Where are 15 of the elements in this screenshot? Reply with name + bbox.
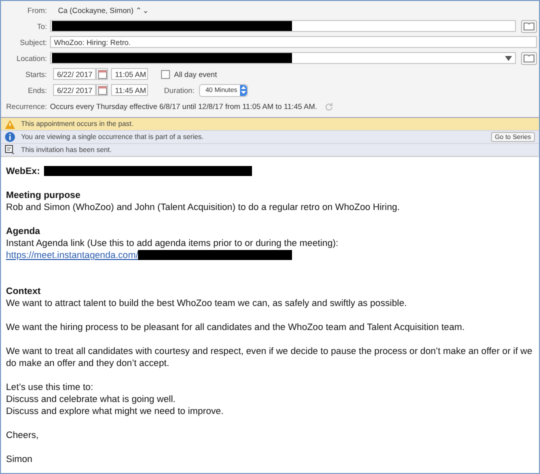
agenda-link[interactable]: https://meet.instantagenda.com/ <box>6 249 138 261</box>
webex-label: WebEx: <box>6 165 40 177</box>
section-heading: Agenda <box>6 225 42 237</box>
body-text: Simon <box>6 453 34 465</box>
section-heading: Context <box>6 285 42 297</box>
body-text: We want the hiring process to be pleasant for all candidates and the WhoZoo team and Talent Acquisition team. <box>6 321 466 333</box>
body-text: Discuss and celebrate what is going well. <box>6 393 176 405</box>
body-text: Cheers, <box>6 429 40 441</box>
body-text: We want to attract talent to build the best WhoZoo team we can, as safely and swiftly as possible. <box>6 297 408 309</box>
body-text: Let’s use this time to: <box>6 381 94 393</box>
body-text: Rob and Simon (WhoZoo) and John (Talent Acquisition) to do a regular retro on WhoZoo Hiring. <box>6 201 401 213</box>
body-text: Instant Agenda link (Use this to add agenda items prior to or during the meeting): <box>6 237 340 249</box>
body-text: Discuss and explore what might we need to improve. <box>6 405 225 417</box>
section-heading: Meeting purpose <box>6 189 82 201</box>
body-text: We want to treat all candidates with courtesy and respect, even if we decide to pause the process or don’t make an offer or if we do make an offer and they don’t accept. <box>6 345 534 369</box>
